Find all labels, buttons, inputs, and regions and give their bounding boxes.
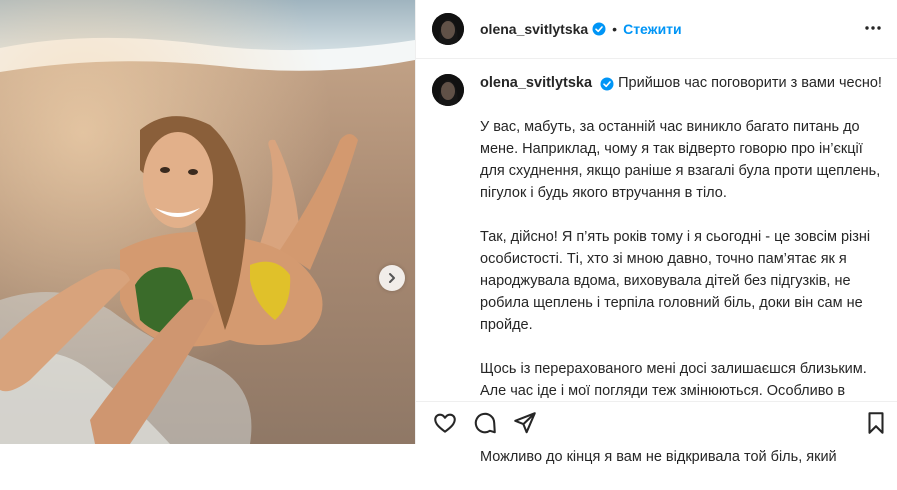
post-actions-bar <box>416 401 897 444</box>
bookmark-icon[interactable] <box>863 410 889 436</box>
next-image-button[interactable] <box>379 265 405 291</box>
verified-badge-icon <box>592 22 606 36</box>
caption-username[interactable]: olena_svitlytska <box>480 75 592 91</box>
caption-author-avatar[interactable] <box>432 74 464 106</box>
author-username[interactable]: olena_svitlytska <box>480 21 588 37</box>
comment-icon[interactable] <box>472 410 498 436</box>
post-details-panel: olena_svitlytska • Стежити olena_svitlyt… <box>415 0 897 465</box>
caption-first-line: Прийшов час поговорити з вами чесно! <box>618 75 882 91</box>
caption-paragraph: Можливо до кінця я вам не відкривала той… <box>480 449 837 465</box>
author-avatar[interactable] <box>432 13 464 45</box>
more-options-icon[interactable] <box>863 18 883 43</box>
caption-paragraph: У вас, мабуть, за останній час виникло б… <box>480 119 881 201</box>
follow-button[interactable]: Стежити <box>623 21 682 37</box>
verified-badge-icon <box>600 76 614 91</box>
caption-paragraph: Так, дійсно! Я п’ять років тому і я сьог… <box>480 229 871 333</box>
beach-photo <box>0 0 415 444</box>
post-header: olena_svitlytska • Стежити <box>416 0 897 59</box>
instagram-post-view: olena_svitlytska • Стежити olena_svitlyt… <box>0 0 897 465</box>
post-image[interactable] <box>0 0 415 444</box>
chevron-right-icon <box>386 272 398 284</box>
separator-dot: • <box>612 21 618 37</box>
heart-icon[interactable] <box>432 410 458 436</box>
share-icon[interactable] <box>512 410 538 436</box>
